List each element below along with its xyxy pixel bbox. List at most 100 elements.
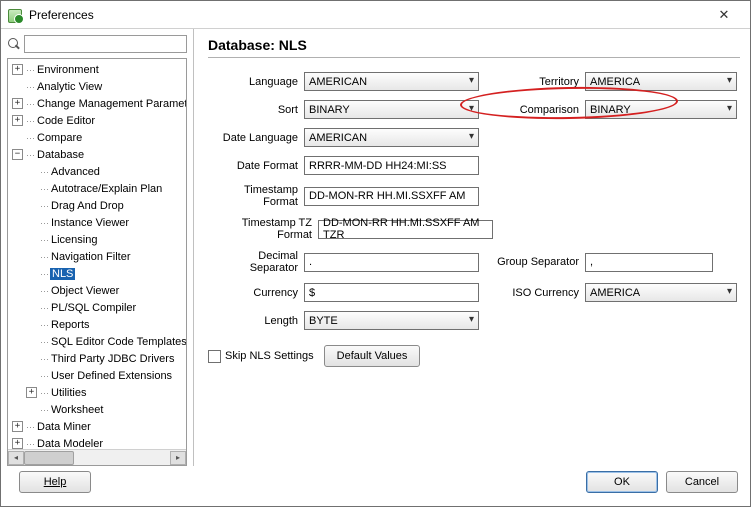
tree-item[interactable]: + Code Editor bbox=[12, 112, 187, 129]
skip-nls-checkbox[interactable]: Skip NLS Settings bbox=[208, 350, 314, 363]
tree-toggle-none bbox=[26, 336, 37, 347]
tree-toggle-none bbox=[26, 302, 37, 313]
expand-icon[interactable]: + bbox=[12, 98, 23, 109]
preferences-window: Preferences ✕ +EnvironmentAnalytic View+… bbox=[0, 0, 751, 507]
main-panel: Database: NLS Language AMERICAN Territor… bbox=[194, 29, 750, 466]
scroll-thumb[interactable] bbox=[24, 451, 74, 465]
tree-item[interactable]: Worksheet bbox=[12, 401, 187, 418]
tree-toggle-none bbox=[12, 132, 23, 143]
tree-item[interactable]: Licensing bbox=[12, 231, 187, 248]
collapse-icon[interactable]: − bbox=[12, 149, 23, 160]
close-button[interactable]: ✕ bbox=[704, 5, 744, 25]
tree-toggle-none bbox=[26, 183, 37, 194]
default-values-button[interactable]: Default Values bbox=[324, 345, 421, 367]
date-format-label: Date Format bbox=[208, 160, 304, 172]
tree-item-label: Autotrace/Explain Plan bbox=[50, 183, 163, 195]
tree-connector bbox=[40, 234, 50, 245]
decimal-sep-input[interactable]: . bbox=[304, 253, 479, 272]
tree-item[interactable]: Compare bbox=[12, 129, 187, 146]
date-language-select[interactable]: AMERICAN bbox=[304, 128, 479, 147]
tree-item[interactable]: +Change Management Parameters bbox=[12, 95, 187, 112]
tree-connector bbox=[40, 387, 50, 398]
tree-item-label: Database bbox=[36, 149, 85, 161]
tree-item[interactable]: Instance Viewer bbox=[12, 214, 187, 231]
expand-icon[interactable]: + bbox=[12, 64, 23, 75]
sort-select[interactable]: BINARY bbox=[304, 100, 479, 119]
tree-toggle-none bbox=[26, 404, 37, 415]
sidebar: +EnvironmentAnalytic View+Change Managem… bbox=[1, 29, 194, 466]
tree-item-label: Advanced bbox=[50, 166, 101, 178]
tree-connector bbox=[40, 268, 50, 279]
tree-connector bbox=[40, 166, 50, 177]
comparison-label: Comparison bbox=[497, 104, 585, 116]
scroll-left-button[interactable]: ◂ bbox=[8, 451, 24, 465]
timestamp-format-input[interactable]: DD-MON-RR HH.MI.SSXFF AM bbox=[304, 187, 479, 206]
language-select[interactable]: AMERICAN bbox=[304, 72, 479, 91]
date-format-input[interactable]: RRRR-MM-DD HH24:MI:SS bbox=[304, 156, 479, 175]
expand-icon[interactable]: + bbox=[12, 421, 23, 432]
tree-item[interactable]: SQL Editor Code Templates bbox=[12, 333, 187, 350]
tree-item[interactable]: PL/SQL Compiler bbox=[12, 299, 187, 316]
expand-icon[interactable]: + bbox=[26, 387, 37, 398]
comparison-select[interactable]: BINARY bbox=[585, 100, 737, 119]
tree-item[interactable]: +Environment bbox=[12, 61, 187, 78]
tree-item[interactable]: User Defined Extensions bbox=[12, 367, 187, 384]
tree-item[interactable]: − Database bbox=[12, 146, 187, 163]
help-button[interactable]: Help bbox=[19, 471, 91, 493]
tree-item[interactable]: Reports bbox=[12, 316, 187, 333]
tree-item-label: NLS bbox=[50, 268, 75, 280]
tree-connector bbox=[26, 421, 36, 432]
footer: Help OK Cancel bbox=[1, 466, 750, 506]
date-language-label: Date Language bbox=[208, 132, 304, 144]
scroll-right-button[interactable]: ▸ bbox=[170, 451, 186, 465]
tree-item[interactable]: Navigation Filter bbox=[12, 248, 187, 265]
tree-connector bbox=[26, 64, 36, 75]
tree-item-label: Utilities bbox=[50, 387, 87, 399]
tree-toggle-none bbox=[26, 217, 37, 228]
expand-icon[interactable]: + bbox=[12, 115, 23, 126]
tree-item[interactable]: Object Viewer bbox=[12, 282, 187, 299]
tree-toggle-none bbox=[26, 251, 37, 262]
tree-item-label: Data Modeler bbox=[36, 438, 104, 450]
currency-input[interactable]: $ bbox=[304, 283, 479, 302]
tree-item[interactable]: NLS bbox=[12, 265, 187, 282]
timestamp-tz-format-label: Timestamp TZ Format bbox=[208, 217, 318, 241]
cancel-button[interactable]: Cancel bbox=[666, 471, 738, 493]
territory-select[interactable]: AMERICA bbox=[585, 72, 737, 91]
tree-connector bbox=[40, 183, 50, 194]
tree-item-label: Third Party JDBC Drivers bbox=[50, 353, 175, 365]
tree-item[interactable]: Analytic View bbox=[12, 78, 187, 95]
tree-toggle-none bbox=[26, 319, 37, 330]
tree-item[interactable]: Third Party JDBC Drivers bbox=[12, 350, 187, 367]
tree-item[interactable]: Drag And Drop bbox=[12, 197, 187, 214]
group-sep-input[interactable]: , bbox=[585, 253, 713, 272]
iso-currency-select[interactable]: AMERICA bbox=[585, 283, 737, 302]
tree-item-label: Licensing bbox=[50, 234, 98, 246]
tree-item[interactable]: Autotrace/Explain Plan bbox=[12, 180, 187, 197]
tree-item[interactable]: + Data Miner bbox=[12, 418, 187, 435]
tree-toggle-none bbox=[26, 353, 37, 364]
ok-button[interactable]: OK bbox=[586, 471, 658, 493]
sort-label: Sort bbox=[208, 104, 304, 116]
tree-h-scrollbar[interactable]: ◂ ▸ bbox=[8, 449, 186, 465]
tree-item[interactable]: Advanced bbox=[12, 163, 187, 180]
search-input[interactable] bbox=[24, 35, 187, 53]
expand-icon[interactable]: + bbox=[12, 438, 23, 449]
tree-item-label: Code Editor bbox=[36, 115, 96, 127]
tree-item[interactable]: + Utilities bbox=[12, 384, 187, 401]
tree-connector bbox=[26, 115, 36, 126]
tree-toggle-none bbox=[26, 200, 37, 211]
tree-item-label: Drag And Drop bbox=[50, 200, 125, 212]
tree-item-label: Object Viewer bbox=[50, 285, 120, 297]
tree-item-label: Data Miner bbox=[36, 421, 92, 433]
tree-item-label: Navigation Filter bbox=[50, 251, 131, 263]
tree-item-label: User Defined Extensions bbox=[50, 370, 173, 382]
timestamp-tz-format-input[interactable]: DD-MON-RR HH.MI.SSXFF AM TZR bbox=[318, 220, 493, 239]
tree-connector bbox=[26, 149, 36, 160]
tree-toggle-none bbox=[26, 166, 37, 177]
tree-connector bbox=[26, 438, 36, 449]
timestamp-format-label: Timestamp Format bbox=[208, 184, 304, 208]
tree-connector bbox=[40, 353, 50, 364]
tree-toggle-none bbox=[26, 234, 37, 245]
length-select[interactable]: BYTE bbox=[304, 311, 479, 330]
